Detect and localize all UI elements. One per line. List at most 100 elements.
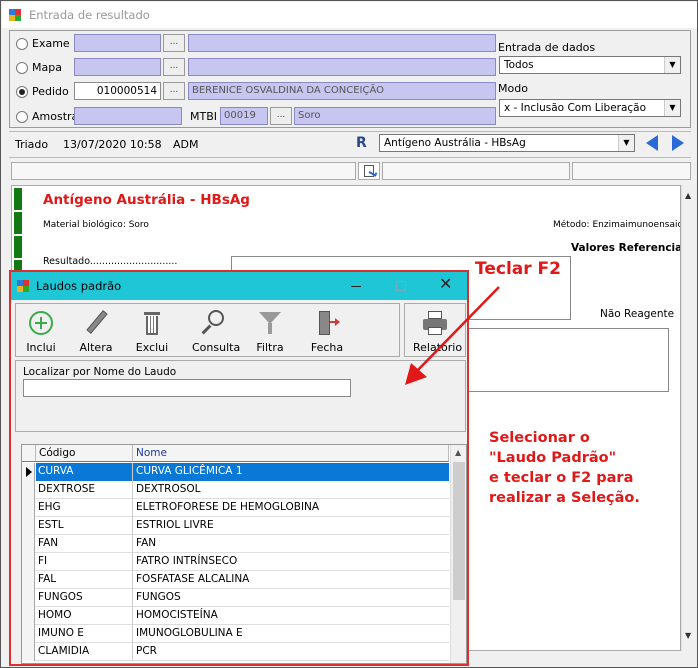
search-input[interactable] [23,379,351,397]
magnifier-icon [200,310,228,336]
codigo-cell[interactable]: EHG [36,499,133,517]
codigo-cell[interactable]: ESTL [36,517,133,535]
trash-icon [138,310,166,336]
editor-strip-left [11,162,356,180]
mapa-radio[interactable] [16,62,28,74]
next-arrow-icon[interactable] [672,135,684,151]
codigo-column-header[interactable]: Código [36,445,133,462]
row-indicator[interactable] [22,553,35,571]
table-row[interactable]: HOMO HOMOCISTEÍNA [22,607,449,625]
filtra-button[interactable]: Filtra [248,310,292,354]
consulta-button[interactable]: Consulta [192,310,241,354]
exame-code-field[interactable] [74,34,161,52]
codigo-cell[interactable]: CLAMIDIA [36,643,133,661]
row-indicator[interactable] [22,499,35,517]
exame-name-field[interactable] [188,34,496,52]
exame-radio[interactable] [16,38,28,50]
codigo-cell[interactable]: FUNGOS [36,589,133,607]
pedido-lookup-button[interactable]: ... [163,82,185,100]
table-row[interactable]: FAN FAN [22,535,449,553]
exclui-button[interactable]: Exclui [130,310,174,354]
inclui-button[interactable]: Inclui [19,310,63,354]
pedido-field[interactable]: 010000514 [74,82,161,100]
filter-panel: Exame ... Mapa ... Pedido 010000514 ... … [9,30,691,128]
scroll-thumb[interactable] [453,462,465,600]
consulta-label: Consulta [192,341,241,354]
codigo-cell[interactable]: IMUNO E [36,625,133,643]
nome-cell[interactable]: FUNGOS [133,589,449,607]
entrada-select[interactable]: Todos ▼ [499,56,681,74]
table-row[interactable]: DEXTROSE DEXTROSOL [22,481,449,499]
table-row[interactable]: CURVA CURVA GLICÊMICA 1 [22,463,449,481]
row-indicator[interactable] [22,571,35,589]
grid-scrollbar[interactable]: ▲ [450,445,466,663]
document-scrollbar[interactable]: ▲ ▼ [681,185,697,651]
annotation-line: e teclar o F2 para [489,470,634,486]
chevron-down-icon: ▼ [618,135,634,151]
row-indicator[interactable] [22,463,35,481]
amostra-radio[interactable] [16,111,28,123]
table-row[interactable]: CLAMIDIA PCR [22,643,449,661]
pedido-radio[interactable] [16,86,28,98]
codigo-cell[interactable]: FAL [36,571,133,589]
mapa-code-field[interactable] [74,58,161,76]
table-row[interactable]: ESTL ESTRIOL LIVRE [22,517,449,535]
row-indicator[interactable] [22,535,35,553]
exam-select[interactable]: Antígeno Austrália - HBsAg ▼ [379,134,635,152]
resultado-label: Resultado............................. [43,256,178,267]
scroll-down-icon[interactable]: ▼ [685,631,691,640]
status-text: Triado [15,138,49,151]
nome-cell[interactable]: PCR [133,643,449,661]
row-indicator[interactable] [22,643,35,661]
nome-cell[interactable]: DEXTROSOL [133,481,449,499]
scroll-up-icon[interactable]: ▲ [455,448,461,457]
row-indicator[interactable] [22,607,35,625]
prev-arrow-icon[interactable] [646,135,658,151]
nome-column-header[interactable]: Nome [133,445,449,462]
table-row[interactable]: FUNGOS FUNGOS [22,589,449,607]
grid-indicator-header [22,445,36,462]
patient-name-field[interactable]: BERENICE OSVALDINA DA CONCEIÇÃO [188,82,496,100]
codigo-cell[interactable]: FI [36,553,133,571]
exame-lookup-button[interactable]: ... [163,34,185,52]
nome-cell[interactable]: ELETROFORESE DE HEMOGLOBINA [133,499,449,517]
datetime-text: 13/07/2020 10:58 [63,138,162,151]
fecha-button[interactable]: Fecha [305,310,349,354]
nome-cell[interactable]: IMUNOGLOBULINA E [133,625,449,643]
amostra-label: Amostra [32,110,79,123]
nome-cell[interactable]: HOMOCISTEÍNA [133,607,449,625]
table-row[interactable]: IMUNO E IMUNOGLOBULINA E [22,625,449,643]
altera-button[interactable]: Altera [74,310,118,354]
mapa-lookup-button[interactable]: ... [163,58,185,76]
codigo-cell[interactable]: CURVA [36,463,133,481]
exclui-label: Exclui [135,341,169,354]
entrada-value: Todos [504,59,534,71]
scroll-up-icon[interactable]: ▲ [685,191,691,200]
mtbi-field[interactable]: 00019 [220,107,268,125]
row-indicator[interactable] [22,589,35,607]
nome-cell[interactable]: FAN [133,535,449,553]
material-field[interactable]: Soro [294,107,496,125]
table-row[interactable]: EHG ELETROFORESE DE HEMOGLOBINA [22,499,449,517]
row-indicator[interactable] [22,481,35,499]
nome-cell[interactable]: ESTRIOL LIVRE [133,517,449,535]
minimize-icon[interactable] [351,286,361,287]
row-indicator[interactable] [22,517,35,535]
amostra-field[interactable] [74,107,182,125]
mapa-name-field[interactable] [188,58,496,76]
table-row[interactable]: FI FATRO INTRÍNSECO [22,553,449,571]
codigo-cell[interactable]: FAN [36,535,133,553]
row-indicator[interactable] [22,625,35,643]
nome-cell[interactable]: FOSFATASE ALCALINA [133,571,449,589]
table-row[interactable]: FAL FOSFATASE ALCALINA [22,571,449,589]
divider [9,157,691,158]
mtbi-lookup-button[interactable]: ... [270,107,292,125]
nome-cell[interactable]: CURVA GLICÊMICA 1 [133,463,449,481]
editor-strip-mid [382,162,570,180]
modo-select[interactable]: x - Inclusão Com Liberação ▼ [499,99,681,117]
edit-document-icon[interactable] [358,162,380,180]
codigo-cell[interactable]: DEXTROSE [36,481,133,499]
codigo-cell[interactable]: HOMO [36,607,133,625]
exame-label: Exame [32,37,70,50]
nome-cell[interactable]: FATRO INTRÍNSECO [133,553,449,571]
